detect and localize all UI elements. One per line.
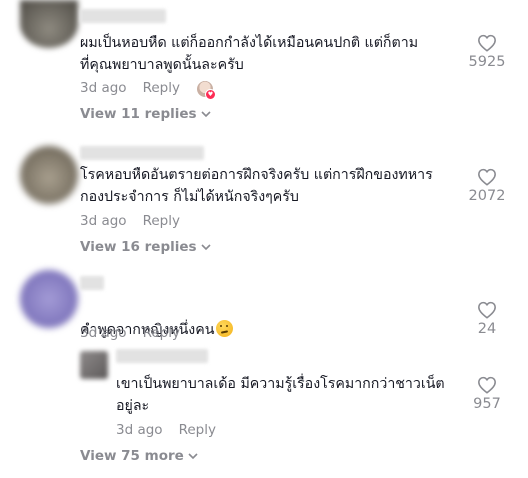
comment-2-time: 3d ago	[80, 213, 127, 229]
comment-1-like-count: 5925	[468, 54, 506, 70]
comment-3-like-count: 24	[477, 321, 497, 337]
comment-2-like-count: 2072	[468, 188, 506, 204]
comment-2-text: โรคหอบหืดอันตรายต่อการฝึกจริงครับ แต่การ…	[80, 167, 433, 205]
comment-2-meta: 3d ago Reply	[80, 213, 180, 229]
comment-3-time: 3d ago	[80, 325, 127, 341]
heart-outline-icon[interactable]	[477, 34, 497, 52]
reply-like[interactable]: 957	[457, 376, 517, 412]
comment-1-avatar[interactable]	[20, 0, 78, 48]
comment-3-view-more[interactable]: View 75 more	[80, 448, 198, 464]
comment-3-like[interactable]: 24	[457, 301, 517, 337]
comment-2-view-replies-label: View 16 replies	[80, 239, 197, 255]
comment-2-avatar[interactable]	[20, 146, 78, 204]
comment-1-view-replies-label: View 11 replies	[80, 106, 197, 122]
reply-avatar[interactable]	[80, 351, 108, 379]
comment-3-meta: 3d ago Reply	[80, 325, 180, 341]
chevron-down-icon	[188, 452, 198, 459]
comment-3-view-more-label: View 75 more	[80, 448, 184, 464]
creator-liked-heart-icon: ♥	[205, 89, 216, 100]
reply-username[interactable]	[116, 349, 208, 363]
reply-meta: 3d ago Reply	[116, 422, 216, 438]
reply-text: เขาเป็นพยาบาลเด้อ มีความรู้เรื่องโรคมากก…	[116, 376, 445, 414]
comment-1-text: ผมเป็นหอบหืด แต่ก็ออกกำลังได้เหมือนคนปกต…	[80, 35, 419, 73]
comment-2-reply-button[interactable]: Reply	[143, 213, 180, 229]
heart-outline-icon[interactable]	[477, 376, 497, 394]
reply-time: 3d ago	[116, 422, 163, 438]
comment-3-avatar[interactable]	[20, 270, 78, 328]
reply-like-count: 957	[473, 396, 501, 412]
chevron-down-icon	[201, 110, 211, 117]
comment-2-username[interactable]	[80, 146, 204, 160]
comment-3-username[interactable]	[80, 276, 104, 290]
comment-1-username[interactable]	[80, 9, 166, 23]
thinking-face-icon	[216, 320, 234, 337]
chevron-down-icon	[201, 243, 211, 250]
comment-3-reply-button[interactable]: Reply	[143, 325, 180, 341]
comment-2-view-replies[interactable]: View 16 replies	[80, 239, 211, 255]
heart-outline-icon[interactable]	[477, 301, 497, 319]
comment-1-like[interactable]: 5925	[457, 34, 517, 70]
comment-1-meta: 3d ago Reply	[80, 80, 180, 96]
heart-outline-icon[interactable]	[477, 168, 497, 186]
comment-2-like[interactable]: 2072	[457, 168, 517, 204]
reply-reply-button[interactable]: Reply	[179, 422, 216, 438]
comment-1-view-replies[interactable]: View 11 replies	[80, 106, 211, 122]
comment-1-time: 3d ago	[80, 80, 127, 96]
comment-1-reply-button[interactable]: Reply	[143, 80, 180, 96]
